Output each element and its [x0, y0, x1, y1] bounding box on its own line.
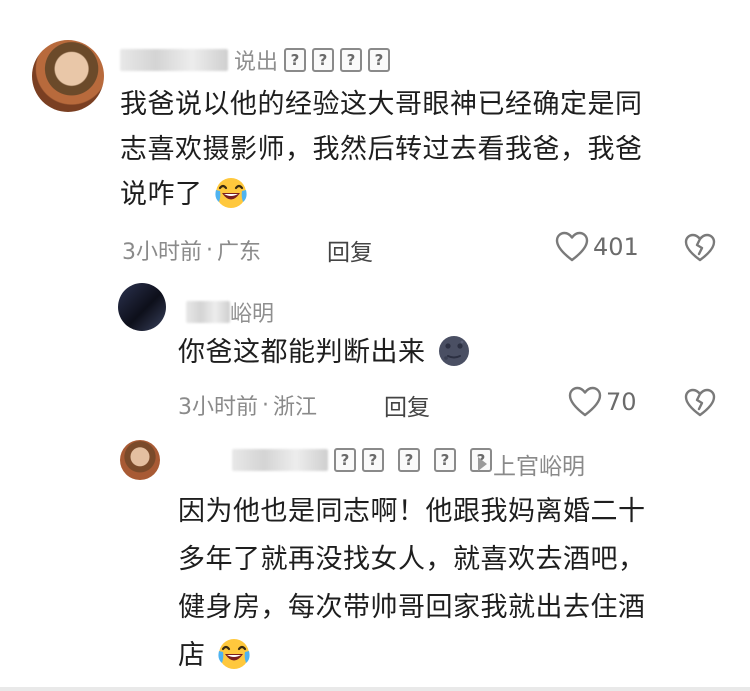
- blurred-username: [120, 49, 228, 71]
- laugh-cry-emoji: [215, 177, 247, 208]
- reply-to-user: 上官峪明: [493, 454, 585, 480]
- broken-heart-icon[interactable]: [684, 388, 716, 418]
- timestamp: 3小时前: [178, 395, 258, 420]
- like-count: 70: [606, 388, 637, 416]
- avatar[interactable]: [32, 40, 104, 112]
- username-row[interactable]: 峪明: [186, 296, 274, 328]
- like-button[interactable]: 401: [555, 231, 639, 263]
- blurred-username: [186, 301, 230, 323]
- comment-meta: 3小时前 · 广东: [122, 234, 261, 266]
- comment-line: 健身房，每次带帅哥回家我就出去住酒: [178, 592, 646, 623]
- like-count: 401: [593, 233, 639, 261]
- comment-line: 你爸这都能判断出来: [178, 330, 698, 375]
- divider: [0, 687, 750, 691]
- avatar[interactable]: [120, 440, 160, 480]
- broken-heart-icon[interactable]: [684, 233, 716, 263]
- heart-icon: [568, 386, 602, 417]
- comment-line: 我爸说以他的经验这大哥眼神已经确定是同: [120, 89, 643, 120]
- comment-line: 多年了就再没找女人，就喜欢去酒吧，: [178, 544, 646, 575]
- badge-icon: ?: [434, 448, 456, 472]
- reply-to-indicator[interactable]: 上官峪明: [478, 447, 585, 481]
- heart-icon: [555, 231, 589, 262]
- reply-button[interactable]: 回复: [327, 233, 373, 267]
- comment-body: 我爸说以他的经验这大哥眼神已经确定是同 志喜欢摄影师，我然后转过去看我爸，我爸 …: [120, 82, 720, 217]
- badge-icon: ?: [340, 48, 363, 72]
- username-fragment: 说出: [234, 50, 279, 75]
- badge-icon: ?: [368, 48, 391, 72]
- comment-line: 因为他也是同志啊！他跟我妈离婚二十: [178, 496, 646, 527]
- reply-button[interactable]: 回复: [384, 388, 430, 422]
- username-fragment: 峪明: [230, 302, 275, 327]
- comment-line: 说咋了: [120, 172, 720, 217]
- blurred-username: [232, 449, 328, 471]
- comment-line: 店: [178, 632, 738, 680]
- badge-icon: ?: [334, 448, 356, 472]
- comment-meta: 3小时前 · 浙江: [178, 389, 317, 421]
- timestamp: 3小时前: [122, 240, 202, 265]
- comment-thread: 说出 ? ? ? ? 我爸说以他的经验这大哥眼神已经确定是同 志喜欢摄影师，我然…: [0, 0, 750, 691]
- reply-arrow-icon: [478, 457, 487, 471]
- badge-icon: ?: [398, 448, 420, 472]
- comment-line: 志喜欢摄影师，我然后转过去看我爸，我爸: [120, 134, 643, 165]
- like-button[interactable]: 70: [568, 386, 637, 418]
- username-row[interactable]: ? ? ? ? ?: [232, 448, 492, 472]
- moon-emoji: [438, 335, 469, 366]
- avatar[interactable]: [118, 283, 166, 331]
- badge-icon: ?: [312, 48, 335, 72]
- comment-body: 你爸这都能判断出来: [178, 330, 698, 375]
- laugh-cry-emoji: [218, 638, 250, 669]
- location: 浙江: [273, 395, 318, 420]
- username-row[interactable]: 说出 ? ? ? ?: [120, 44, 391, 76]
- badge-icon: ?: [362, 448, 384, 472]
- badge-icon: ?: [284, 48, 307, 72]
- location: 广东: [217, 240, 262, 265]
- comment-body: 因为他也是同志啊！他跟我妈离婚二十 多年了就再没找女人，就喜欢去酒吧， 健身房，…: [178, 488, 738, 680]
